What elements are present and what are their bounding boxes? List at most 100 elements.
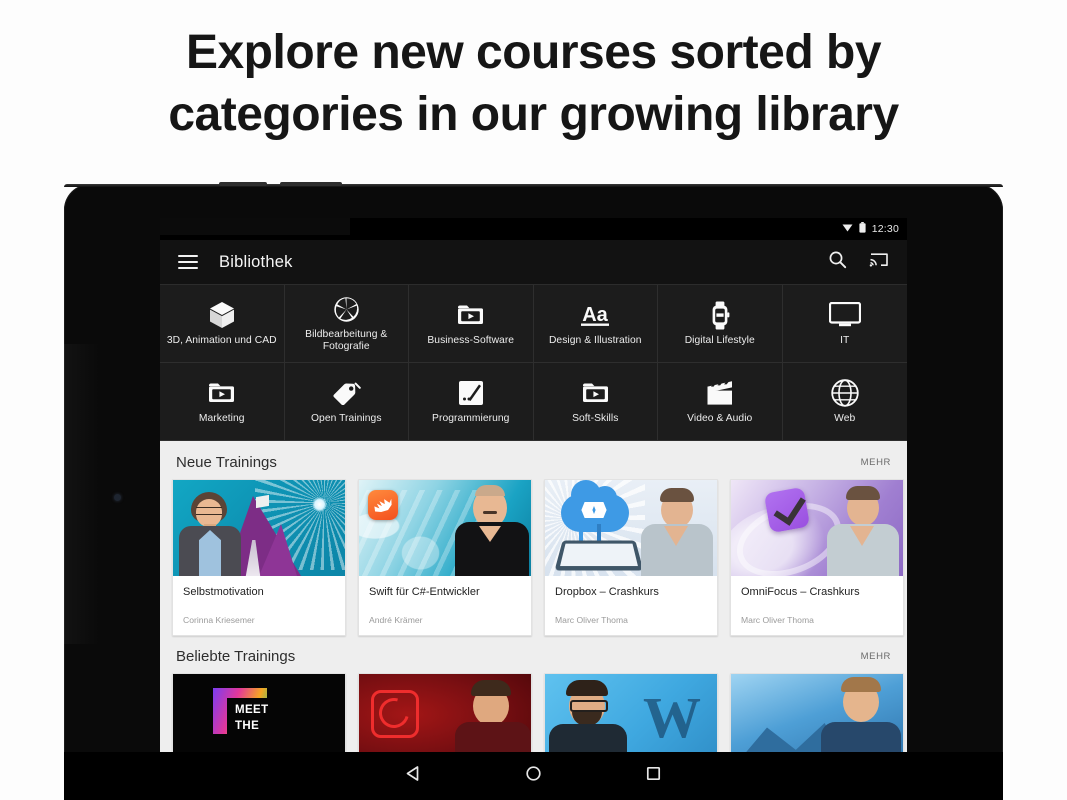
app-bar-title: Bibliothek <box>219 252 293 271</box>
category-label: Bildbearbeitung & Fotografie <box>305 329 388 352</box>
category-cell-it[interactable]: IT <box>782 285 907 363</box>
section-title: Neue Trainings <box>176 454 277 471</box>
section-header: Neue Trainings MEHR <box>160 442 907 479</box>
category-grid: 3D, Animation und CAD Bildbearbeitung & … <box>160 284 907 441</box>
battery-icon <box>859 222 866 236</box>
hamburger-menu-icon[interactable] <box>178 255 198 269</box>
recents-button[interactable] <box>594 765 714 787</box>
front-camera-icon <box>114 494 121 501</box>
app-bar: Bibliothek <box>160 240 907 284</box>
page-headline: Explore new courses sorted by categories… <box>0 22 1067 146</box>
course-card[interactable] <box>730 673 904 752</box>
category-label: Business-Software <box>427 335 515 346</box>
headline-line-1: Explore new courses sorted by <box>185 26 882 79</box>
square-recents-icon <box>645 765 662 787</box>
video-folder-icon <box>582 378 609 408</box>
selbstmotivation-thumb <box>173 480 345 576</box>
thumb-overlay-line-1: MEET <box>235 704 269 716</box>
wordpress-thumb: W <box>545 674 717 752</box>
category-cell-open-trainings[interactable]: Open Trainings <box>284 363 409 441</box>
category-cell-bildbearbeitung[interactable]: Bildbearbeitung & Fotografie <box>284 285 409 363</box>
thumb-overlay-line-2: THE <box>235 720 260 732</box>
category-cell-soft-skills[interactable]: Soft-Skills <box>533 363 658 441</box>
category-cell-business-software[interactable]: Business-Software <box>409 285 534 363</box>
card-body: Dropbox – Crashkurs Marc Oliver Thoma <box>545 576 717 635</box>
section-more-link[interactable]: MEHR <box>861 651 891 662</box>
status-bar: 12:30 <box>160 218 907 240</box>
code-slash-icon <box>458 378 484 408</box>
card-row: MEET THE W <box>160 673 907 752</box>
card-author: Corinna Kriesemer <box>183 615 255 625</box>
clapperboard-icon <box>706 378 734 408</box>
card-title: OmniFocus – Crashkurs <box>741 586 860 598</box>
power-button[interactable] <box>280 182 342 186</box>
status-bar-clock: 12:30 <box>871 223 899 235</box>
card-title: Selbstmotivation <box>183 586 264 598</box>
cast-icon[interactable] <box>869 251 889 273</box>
creative-cloud-thumb <box>359 674 531 752</box>
category-label: Marketing <box>198 413 245 424</box>
circle-home-icon <box>525 765 542 787</box>
category-label: Web <box>834 413 856 424</box>
smartwatch-icon <box>710 300 730 330</box>
headline-line-2: categories in our growing library <box>168 88 899 141</box>
section-more-link[interactable]: MEHR <box>861 457 891 468</box>
category-cell-marketing[interactable]: Marketing <box>160 363 285 441</box>
section-neue-trainings: Neue Trainings MEHR Selbstmotivation Cor… <box>160 442 907 636</box>
content-area: Neue Trainings MEHR Selbstmotivation Cor… <box>160 441 907 752</box>
card-author: Marc Oliver Thoma <box>555 615 628 625</box>
globe-icon <box>831 378 859 408</box>
course-card[interactable]: Dropbox – Crashkurs Marc Oliver Thoma <box>544 479 718 636</box>
category-label: Soft-Skills <box>572 413 619 424</box>
price-tag-icon <box>331 378 362 408</box>
app-bar-actions <box>828 250 889 274</box>
card-title: Dropbox – Crashkurs <box>555 586 659 598</box>
category-cell-design-illustration[interactable]: Aa Design & Illustration <box>533 285 658 363</box>
aperture-icon <box>333 294 360 324</box>
blue-mountain-thumb <box>731 674 903 752</box>
category-cell-digital-lifestyle[interactable]: Digital Lifestyle <box>658 285 783 363</box>
search-icon[interactable] <box>828 250 847 274</box>
home-button[interactable] <box>474 765 594 787</box>
category-cell-programmierung[interactable]: Programmierung <box>409 363 534 441</box>
section-title: Beliebte Trainings <box>176 648 296 665</box>
card-body: Swift für C#-Entwickler André Krämer <box>359 576 531 635</box>
category-label: Programmierung <box>432 413 510 424</box>
wifi-icon <box>842 223 853 235</box>
course-card[interactable] <box>358 673 532 752</box>
category-label: IT <box>840 335 850 346</box>
category-cell-web[interactable]: Web <box>782 363 907 441</box>
monitor-icon <box>828 300 861 330</box>
category-cell-video-audio[interactable]: Video & Audio <box>658 363 783 441</box>
course-card[interactable]: Selbstmotivation Corinna Kriesemer <box>172 479 346 636</box>
course-card[interactable]: W <box>544 673 718 752</box>
swift-thumb <box>359 480 531 576</box>
section-beliebte-trainings: Beliebte Trainings MEHR MEET THE W <box>160 636 907 752</box>
cube-icon <box>209 300 235 330</box>
card-title: Swift für C#-Entwickler <box>369 586 480 598</box>
video-folder-icon <box>457 300 484 330</box>
category-label: Open Trainings <box>310 413 382 424</box>
dropbox-thumb <box>545 480 717 576</box>
svg-text:Aa: Aa <box>582 304 608 326</box>
category-cell-3d-animation[interactable]: 3D, Animation und CAD <box>160 285 285 363</box>
status-bar-indicators: 12:30 <box>842 222 907 236</box>
card-row: Selbstmotivation Corinna Kriesemer Swift… <box>160 479 907 636</box>
card-body: Selbstmotivation Corinna Kriesemer <box>173 576 345 635</box>
bezel-highlight <box>64 344 100 644</box>
course-card[interactable]: Swift für C#-Entwickler André Krämer <box>358 479 532 636</box>
category-label: Digital Lifestyle <box>684 335 755 346</box>
course-card[interactable]: OmniFocus – Crashkurs Marc Oliver Thoma <box>730 479 904 636</box>
device-top-edge <box>64 184 1003 187</box>
omnifocus-thumb <box>731 480 903 576</box>
android-navigation-bar <box>64 752 1003 800</box>
card-body: OmniFocus – Crashkurs Marc Oliver Thoma <box>731 576 903 635</box>
back-button[interactable] <box>354 765 474 787</box>
volume-button[interactable] <box>219 182 267 186</box>
card-author: André Krämer <box>369 615 423 625</box>
typography-aa-icon: Aa <box>578 300 612 330</box>
video-folder-icon <box>208 378 235 408</box>
card-author: Marc Oliver Thoma <box>741 615 814 625</box>
section-header: Beliebte Trainings MEHR <box>160 636 907 673</box>
course-card[interactable]: MEET THE <box>172 673 346 752</box>
